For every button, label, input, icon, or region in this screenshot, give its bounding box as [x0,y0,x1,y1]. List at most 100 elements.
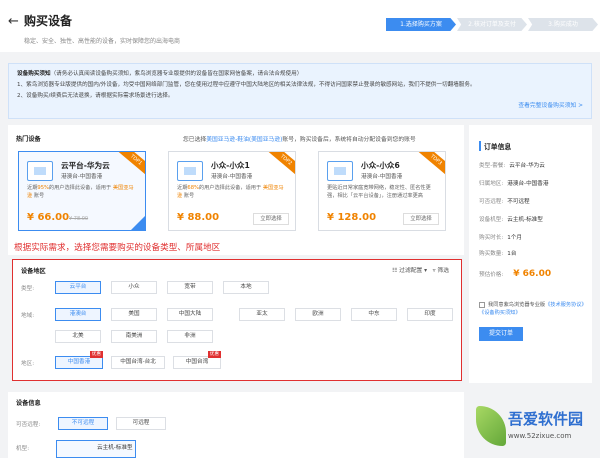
monitor-icon [27,161,53,181]
estimated-price: 预估价格: ¥ 66.00 [479,269,551,279]
filter-bar: ☷ 过滤配置 ▾ ▿ 筛选 [392,268,449,274]
order-summary: 订单信息 类型-套餐: 云平台-华为云 归属地区: 港澳台-中国香港 可否远程: 不可… [469,125,592,383]
region-south-america[interactable]: 南美洲 [111,330,157,343]
submit-order-button[interactable]: 提交订单 [479,327,523,341]
type-label: 类型: [21,286,35,292]
region-india[interactable]: 印度 [407,308,453,321]
device-region: 港澳台-中国香港 [61,174,103,180]
note-suffix: 账号，购买设备后，系统将自动分配设备到您的账号 [282,137,416,143]
order-key: 可否远程: [479,199,504,205]
region-europe[interactable]: 欧洲 [295,308,341,321]
arrow-left-icon[interactable]: ← [8,14,19,29]
watermark-url: www.52zixue.com [508,432,572,440]
order-row: 设备机型: 云主机-标准型 [479,215,543,223]
agree-checkbox[interactable] [479,301,485,308]
region-africa[interactable]: 非洲 [167,330,213,343]
discount-tag: 优惠 [89,351,103,358]
area-hongkong-label: 中国香港 [67,359,91,365]
region-middle-east[interactable]: 中东 [351,308,397,321]
type-cloud[interactable]: 云平台 [55,281,101,294]
order-value: 云主机-标准型 [507,217,543,223]
region-north-america[interactable]: 北美 [55,330,101,343]
remote-yes[interactable]: 可远程 [116,417,166,430]
device-card-huawei[interactable]: TOP1 云平台-华为云 港澳台-中国香港 近期95%的用户选择此设备，适用于 … [18,151,146,231]
region-us[interactable]: 美国 [111,308,157,321]
agree-text: 我同意紫鸟浏览器专业版 [488,302,546,308]
progress-steps: 1.选择购买方案 2.核对订单及支付 3.购买成功 [386,18,599,31]
order-title: 订单信息 [479,141,511,151]
desc-c: 账号 [182,193,195,199]
device-region: 港澳台-中国香港 [211,174,253,180]
selected-check-icon [131,216,145,230]
order-value: 不可远程 [507,199,530,205]
order-key: 归属地区: [479,181,504,187]
select-button[interactable]: 立即选择 [253,213,289,225]
device-card-xiaozhong1[interactable]: TOP2 小众-小众1 港澳台-中国香港 近期68%的用户选择此设备，适用于 美… [168,151,296,231]
device-price: ¥ 88.00 [177,212,220,223]
device-price: ¥ 66.00 [27,212,70,223]
full-notice-link[interactable]: 查看完整设备购买须知 > [518,101,583,112]
agreement: 我同意紫鸟浏览器专业版《技术服务协议》《设备购买须知》 [479,301,585,317]
region-mainland[interactable]: 中国大陆 [167,308,213,321]
note-prefix: 您已选择 [183,137,207,143]
model-label: 机型: [16,446,30,452]
rank-ribbon: TOP1 [118,152,145,177]
order-value: 港澳台-中国香港 [507,181,549,187]
hot-devices-panel: 热门设备 您已选择美国亚马逊-鞋油(美国亚马逊)账号，购买设备后，系统将自动分配… [8,125,464,255]
page-header: ← 购买设备 稳定、安全、独性、高性能的设备，实时保障您的出海电商 1.选择购买… [0,0,600,52]
notice-intro: （请务必认真阅读设备购买须知，紫鸟浏览器专业版提供的设备皆在国家网信备案，请合法… [50,71,303,77]
notice-line-2: 2、设备购买/续费后无法退换，请根据实际需求场景进行选择。 [17,93,174,99]
area-hongkong[interactable]: 中国香港 优惠 [55,351,103,369]
order-key: 设备机型: [479,217,504,223]
region-label: 地域: [21,313,35,319]
purchase-notice: 设备购买须知（请务必认真阅读设备购买须知，紫鸟浏览器专业版提供的设备皆在国家网信… [8,63,592,119]
area-label: 地区: [21,361,35,367]
model-option[interactable]: 云主机-标准型 [56,440,136,458]
price-label: 预估价格: [479,272,504,278]
step-2: 2.核对订单及支付 [457,18,527,31]
order-row: 可否远程: 不可远程 [479,197,530,205]
rank-ribbon: TOP3 [418,152,445,177]
region-hmt[interactable]: 港澳台 [55,308,101,321]
filter-button[interactable]: 筛选 [437,268,449,274]
region-apac[interactable]: 亚太 [239,308,285,321]
device-desc: 近期95%的用户选择此设备，适用于 美国亚马逊 账号 [27,184,137,200]
filter-icon[interactable]: ▿ [433,268,436,274]
watermark-title: 吾爱软件园 [508,410,584,428]
notice-line-1: 1、紫鸟浏览器专业版提供的国内/外设备，均受中国网络部门监管，您在使用过程中应遵… [17,82,476,88]
type-local[interactable]: 本地 [223,281,269,294]
select-button[interactable]: 立即选择 [403,213,439,225]
hot-devices-note: 您已选择美国亚马逊-鞋油(美国亚马逊)账号，购买设备后，系统将自动分配设备到您的… [183,134,416,143]
device-desc: 近期68%的用户选择此设备，适用于 美国亚马逊 账号 [177,184,287,200]
area-taipei[interactable]: 中国台湾-台北 [111,356,165,369]
filter-config[interactable]: 过滤配置 [399,268,422,274]
area-taiwan[interactable]: 中国台湾 优惠 [173,351,221,369]
device-region: 港澳台-中国香港 [361,174,403,180]
step-3: 3.购买成功 [528,18,598,31]
order-value: 1台 [507,251,517,257]
notice-title: 设备购买须知 [17,71,51,77]
order-key: 类型-套餐: [479,163,506,169]
type-niche[interactable]: 小众 [111,281,157,294]
device-name: 云平台-华为云 [61,161,110,170]
remote-label: 可否远程: [16,422,41,428]
desc-b: 的用户选择此设备，适用于 [48,185,113,191]
account-link[interactable]: 美国亚马逊-鞋油(美国亚马逊) [206,137,282,143]
order-row: 归属地区: 港澳台-中国香港 [479,179,548,187]
device-info-title: 设备信息 [16,400,41,407]
desc-c: 账号 [32,193,45,199]
location-title: 设备地区 [21,268,46,275]
order-value: 云平台-华为云 [509,163,545,169]
settings-icon[interactable]: ☷ [392,268,397,274]
order-value: 1个月 [507,235,523,241]
device-card-xiaozhong6[interactable]: TOP3 小众-小众6 港澳台-中国香港 更贴近日常家庭宽带网络，稳定性、匿名性… [318,151,446,231]
order-key: 购买数量: [479,251,504,257]
desc-percent: 95% [37,185,49,191]
page-subtitle: 稳定、安全、独性、高性能的设备，实时保障您的出海电商 [24,38,181,45]
area-taiwan-label: 中国台湾 [185,359,209,365]
order-row: 购买数量: 1台 [479,249,516,257]
remote-no[interactable]: 不可远程 [58,417,108,430]
type-broadband[interactable]: 宽带 [167,281,213,294]
device-name: 小众-小众1 [211,161,250,170]
price-value: ¥ 66.00 [513,269,552,279]
